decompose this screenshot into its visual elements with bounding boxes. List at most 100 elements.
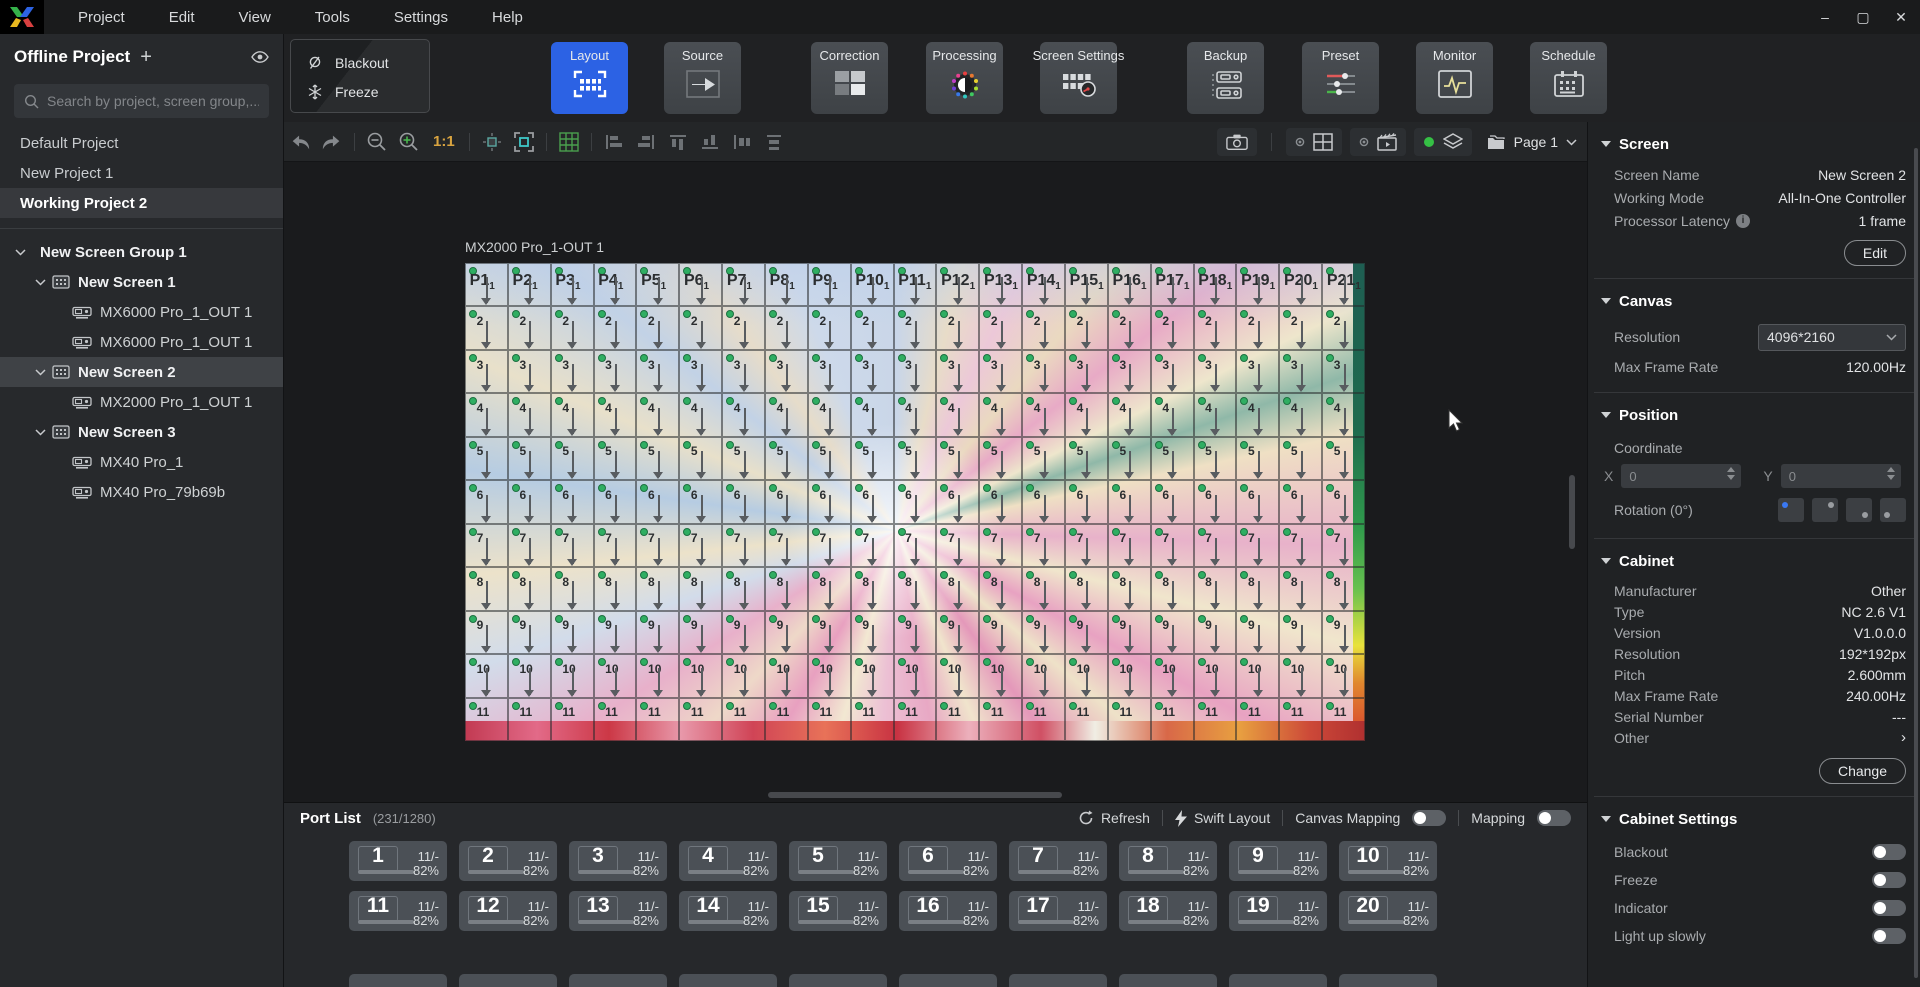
cabinet-cell[interactable]: 5 xyxy=(936,437,979,480)
port-card-partial[interactable] xyxy=(349,974,447,987)
distribute-vertical-icon[interactable] xyxy=(761,129,787,155)
y-coordinate-input[interactable]: 0 xyxy=(1781,464,1901,488)
undo-icon[interactable] xyxy=(287,129,313,155)
cabinet-cell[interactable]: 3 xyxy=(551,350,594,393)
port-card-18[interactable]: 1811/-82% xyxy=(1119,891,1217,931)
cabinet-cell[interactable]: 3 xyxy=(508,350,551,393)
cabinet-cell[interactable]: 4 xyxy=(1065,393,1108,436)
cabinet-cell[interactable]: 2 xyxy=(1065,306,1108,349)
toggle-indicator[interactable] xyxy=(1872,900,1906,916)
cabinet-cell[interactable]: 6 xyxy=(1236,480,1279,523)
cabinet-cell[interactable]: 9 xyxy=(551,611,594,654)
cabinet-cell[interactable]: 10 xyxy=(1194,654,1237,697)
port-card-7[interactable]: 711/-82% xyxy=(1009,841,1107,881)
cabinet-cell[interactable]: 4 xyxy=(508,393,551,436)
cabinet-cell[interactable]: 9 xyxy=(1322,611,1365,654)
cabinet-cell[interactable]: P91 xyxy=(808,263,851,306)
cabinet-cell[interactable]: 4 xyxy=(936,393,979,436)
cabinet-cell[interactable]: 2 xyxy=(1108,306,1151,349)
cabinet-cell[interactable]: 11 xyxy=(1065,698,1108,741)
cabinet-cell[interactable]: 3 xyxy=(1065,350,1108,393)
cabinet-cell[interactable]: 3 xyxy=(636,350,679,393)
port-card-partial[interactable] xyxy=(459,974,557,987)
cabinet-cell[interactable]: 11 xyxy=(636,698,679,741)
toggle-blackout[interactable] xyxy=(1872,844,1906,860)
cabinet-cell[interactable]: 8 xyxy=(551,567,594,610)
cabinet-cell[interactable]: 5 xyxy=(594,437,637,480)
cabinet-cell[interactable]: 2 xyxy=(808,306,851,349)
cabinet-cell[interactable]: 8 xyxy=(594,567,637,610)
cabinet-cell[interactable]: 3 xyxy=(722,350,765,393)
cabinet-cell[interactable]: 5 xyxy=(722,437,765,480)
cabinet-cell[interactable]: 8 xyxy=(894,567,937,610)
port-card-16[interactable]: 1611/-82% xyxy=(899,891,997,931)
cabinet-cell[interactable]: 5 xyxy=(808,437,851,480)
cabinet-cell[interactable]: 7 xyxy=(636,524,679,567)
cabinet-cell[interactable]: 2 xyxy=(1194,306,1237,349)
page-selector[interactable]: Page 1 xyxy=(1486,134,1577,150)
tree-item-mx40-pro_1[interactable]: MX40 Pro_1 xyxy=(0,447,283,477)
cabinet-cell[interactable]: 5 xyxy=(1194,437,1237,480)
rotation-0-button[interactable] xyxy=(1778,498,1804,522)
cabinet-cell[interactable]: 5 xyxy=(1108,437,1151,480)
cabinet-cell[interactable]: 4 xyxy=(765,393,808,436)
cabinet-cell[interactable]: 4 xyxy=(679,393,722,436)
cabinet-cell[interactable]: 6 xyxy=(1108,480,1151,523)
cabinet-cell[interactable]: 10 xyxy=(1022,654,1065,697)
port-card-partial[interactable] xyxy=(1119,974,1217,987)
align-top-icon[interactable] xyxy=(665,129,691,155)
toggle-light-up-slowly[interactable] xyxy=(1872,928,1906,944)
chevron-down-icon[interactable] xyxy=(14,249,26,256)
cabinet-cell[interactable]: 11 xyxy=(551,698,594,741)
cabinet-cell[interactable]: 9 xyxy=(1065,611,1108,654)
cabinet-cell[interactable]: 10 xyxy=(894,654,937,697)
port-card-partial[interactable] xyxy=(1009,974,1107,987)
cabinet-cell[interactable]: P191 xyxy=(1236,263,1279,306)
cabinet-cell[interactable]: 3 xyxy=(1322,350,1365,393)
cabinet-cell[interactable]: 4 xyxy=(1151,393,1194,436)
port-card-1[interactable]: 111/-82% xyxy=(349,841,447,881)
cabinet-cell[interactable]: 7 xyxy=(1022,524,1065,567)
cabinet-cell[interactable]: 9 xyxy=(636,611,679,654)
port-card-5[interactable]: 511/-82% xyxy=(789,841,887,881)
toolbar-button-processing[interactable]: Processing xyxy=(926,42,1003,114)
cabinet-cell[interactable]: P31 xyxy=(551,263,594,306)
cabinet-cell[interactable]: 4 xyxy=(465,393,508,436)
cabinet-cell[interactable]: 4 xyxy=(894,393,937,436)
cabinet-cell[interactable]: 11 xyxy=(1108,698,1151,741)
cabinet-cell[interactable]: 10 xyxy=(465,654,508,697)
screen-view-toggle-button[interactable] xyxy=(1286,128,1342,156)
toolbar-button-monitor[interactable]: Monitor xyxy=(1416,42,1493,114)
cabinet-cell[interactable]: 8 xyxy=(508,567,551,610)
cabinet-cell[interactable]: 10 xyxy=(508,654,551,697)
cabinet-cell[interactable]: 5 xyxy=(1151,437,1194,480)
port-card-partial[interactable] xyxy=(569,974,667,987)
vertical-scrollbar[interactable] xyxy=(1569,475,1575,549)
swift-layout-button[interactable]: Swift Layout xyxy=(1175,810,1270,827)
cabinet-cell[interactable]: 8 xyxy=(1151,567,1194,610)
cabinet-cell[interactable]: 4 xyxy=(851,393,894,436)
close-button[interactable]: ✕ xyxy=(1882,0,1920,34)
cabinet-cell[interactable]: P101 xyxy=(851,263,894,306)
cabinet-cell[interactable]: 5 xyxy=(979,437,1022,480)
cabinet-cell[interactable]: P71 xyxy=(722,263,765,306)
cabinet-cell[interactable]: 11 xyxy=(765,698,808,741)
cabinet-cell[interactable]: 3 xyxy=(765,350,808,393)
cabinet-cell[interactable]: 10 xyxy=(679,654,722,697)
cabinet-cell[interactable]: 2 xyxy=(465,306,508,349)
cabinet-cell[interactable]: 7 xyxy=(722,524,765,567)
cabinet-cell[interactable]: 4 xyxy=(1322,393,1365,436)
cabinet-cell[interactable]: 11 xyxy=(894,698,937,741)
cabinet-cell[interactable]: 9 xyxy=(1022,611,1065,654)
cabinet-cell[interactable]: 3 xyxy=(1151,350,1194,393)
cabinet-cell[interactable]: 5 xyxy=(679,437,722,480)
screen-section-header[interactable]: Screen xyxy=(1588,136,1920,153)
x-coordinate-input[interactable]: 0 xyxy=(1621,464,1741,488)
cabinet-cell[interactable]: 7 xyxy=(979,524,1022,567)
cabinet-cell[interactable]: 6 xyxy=(1194,480,1237,523)
position-section-header[interactable]: Position xyxy=(1588,407,1920,424)
chevron-down-icon[interactable] xyxy=(34,369,46,376)
cabinet-cell[interactable]: 10 xyxy=(1279,654,1322,697)
cabinet-cell[interactable]: 11 xyxy=(679,698,722,741)
port-card-3[interactable]: 311/-82% xyxy=(569,841,667,881)
